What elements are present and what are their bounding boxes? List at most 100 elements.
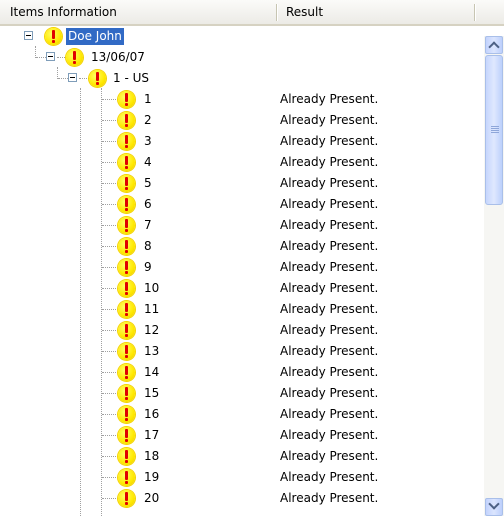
tree-leaf-label: 15 — [144, 386, 160, 400]
tree-leaf-label: 8 — [144, 239, 152, 253]
tree-node-date[interactable]: 13/06/07 — [0, 47, 484, 68]
tree-leaf-row[interactable]: 9 Already Present. — [0, 257, 484, 278]
tree-leaf-label: 17 — [144, 428, 160, 442]
scroll-down-button[interactable] — [485, 498, 503, 516]
tree-leaf-label: 9 — [144, 260, 152, 274]
tree-leaf-row[interactable]: 8 Already Present. — [0, 236, 484, 257]
tree-node-label: 1 - US — [113, 71, 149, 85]
tree-node-label: Doe John — [66, 28, 124, 45]
tree-leaf-label: 3 — [144, 134, 152, 148]
tree-leaf-row[interactable]: 12 Already Present. — [0, 320, 484, 341]
tree-node-root[interactable]: Doe John — [0, 26, 484, 47]
tree-line — [102, 141, 116, 142]
tree-leaf-row[interactable]: 20 Already Present. — [0, 488, 484, 509]
chevron-down-icon — [488, 498, 500, 510]
collapse-icon[interactable] — [24, 31, 33, 40]
result-text: Already Present. — [280, 281, 379, 295]
tree-leaf-label: 1 — [144, 92, 152, 106]
tree-line — [102, 225, 116, 226]
tree-line — [102, 477, 116, 478]
tree-leaf-row[interactable]: 19 Already Present. — [0, 467, 484, 488]
result-text: Already Present. — [280, 302, 379, 316]
warning-icon — [118, 448, 135, 465]
tree-leaf-row[interactable]: 6 Already Present. — [0, 194, 484, 215]
tree-leaf-row[interactable]: 7 Already Present. — [0, 215, 484, 236]
vertical-scrollbar[interactable] — [484, 36, 504, 516]
grip-line — [491, 132, 499, 133]
tree-leaf-row[interactable]: 10 Already Present. — [0, 278, 484, 299]
tree-line — [102, 456, 116, 457]
tree-node-group[interactable]: 1 - US — [0, 68, 484, 89]
tree-leaf-row[interactable]: 14 Already Present. — [0, 362, 484, 383]
result-text: Already Present. — [280, 113, 379, 127]
tree-leaf-label: 6 — [144, 197, 152, 211]
tree-leaf-row[interactable]: 1 Already Present. — [0, 89, 484, 110]
result-text: Already Present. — [280, 239, 379, 253]
result-text: Already Present. — [280, 491, 379, 505]
tree-line — [79, 78, 89, 79]
warning-icon — [118, 238, 135, 255]
tree-line — [102, 330, 116, 331]
scroll-up-button[interactable] — [485, 36, 503, 54]
collapse-icon[interactable] — [68, 73, 77, 82]
warning-icon — [118, 406, 135, 423]
tree-leaf-row[interactable]: 13 Already Present. — [0, 341, 484, 362]
tree-leaf-label: 12 — [144, 323, 160, 337]
result-text: Already Present. — [280, 134, 379, 148]
tree-line — [102, 372, 116, 373]
tree-leaf-label: 7 — [144, 218, 152, 232]
result-text: Already Present. — [280, 176, 379, 190]
result-text: Already Present. — [280, 323, 379, 337]
tree-leaf-row[interactable]: 3 Already Present. — [0, 131, 484, 152]
tree-leaf-label: 4 — [144, 155, 152, 169]
result-text: Already Present. — [280, 218, 379, 232]
tree-leaf-label: 11 — [144, 302, 160, 316]
grip-line — [491, 128, 499, 129]
column-header-items-label: Items Information — [10, 5, 117, 19]
warning-icon — [118, 196, 135, 213]
warning-icon — [118, 112, 135, 129]
tree-leaf-row[interactable]: 16 Already Present. — [0, 404, 484, 425]
tree-leaf-row[interactable]: 2 Already Present. — [0, 110, 484, 131]
result-text: Already Present. — [280, 407, 379, 421]
scrollbar-thumb[interactable] — [485, 55, 503, 205]
warning-icon — [118, 343, 135, 360]
column-header-empty[interactable] — [474, 0, 504, 24]
warning-icon — [45, 28, 62, 45]
tree-line — [102, 204, 116, 205]
tree-leaf-row[interactable]: 15 Already Present. — [0, 383, 484, 404]
tree-line — [102, 393, 116, 394]
tree-leaf-label: 2 — [144, 113, 152, 127]
tree-line — [102, 267, 116, 268]
tree-leaf-row[interactable]: 18 Already Present. — [0, 446, 484, 467]
tree-leaf-row[interactable]: 17 Already Present. — [0, 425, 484, 446]
tree-leaf-row[interactable]: 4 Already Present. — [0, 152, 484, 173]
warning-icon — [118, 385, 135, 402]
tree-leaf-label: 16 — [144, 407, 160, 421]
result-text: Already Present. — [280, 260, 379, 274]
tree-line — [102, 246, 116, 247]
tree-leaf-label: 18 — [144, 449, 160, 463]
grip-line — [491, 126, 499, 127]
tree-line — [102, 309, 116, 310]
tree-leaf-label: 14 — [144, 365, 160, 379]
results-tree[interactable]: Doe John 13/06/07 1 - US 1 Already Presen… — [0, 26, 484, 516]
tree-leaf-row[interactable]: 5 Already Present. — [0, 173, 484, 194]
column-header-result[interactable]: Result — [276, 0, 474, 24]
result-text: Already Present. — [280, 386, 379, 400]
column-header-result-label: Result — [286, 5, 324, 19]
result-text: Already Present. — [280, 449, 379, 463]
warning-icon — [118, 280, 135, 297]
tree-line — [102, 414, 116, 415]
warning-icon — [118, 217, 135, 234]
tree-line — [102, 498, 116, 499]
collapse-icon[interactable] — [46, 52, 55, 61]
column-header: Items Information Result — [0, 0, 504, 26]
result-text: Already Present. — [280, 428, 379, 442]
result-text: Already Present. — [280, 155, 379, 169]
warning-icon — [118, 175, 135, 192]
tree-line — [102, 183, 116, 184]
column-header-items-information[interactable]: Items Information — [0, 0, 276, 24]
tree-line — [102, 120, 116, 121]
tree-leaf-row[interactable]: 11 Already Present. — [0, 299, 484, 320]
